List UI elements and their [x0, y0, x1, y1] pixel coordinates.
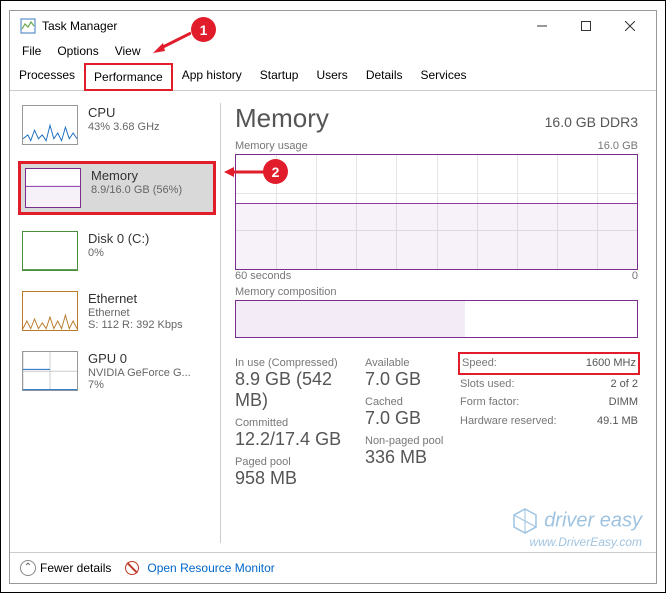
kv-speed: Speed: 1600 MHz [458, 352, 640, 375]
tab-performance[interactable]: Performance [84, 63, 173, 91]
usage-label: Memory usage [235, 140, 308, 152]
open-resource-monitor-link[interactable]: Open Resource Monitor [147, 561, 274, 575]
eth-sub1: Ethernet [88, 307, 183, 319]
nonpaged-value: 336 MB [365, 447, 460, 468]
eth-sub2: S: 112 R: 392 Kbps [88, 319, 183, 331]
tab-users[interactable]: Users [307, 62, 356, 90]
sidebar-item-memory[interactable]: Memory 8.9/16.0 GB (56%) [18, 161, 216, 215]
in-use-value: 8.9 GB (542 MB) [235, 369, 365, 411]
committed-label: Committed [235, 417, 365, 429]
tab-processes[interactable]: Processes [10, 62, 84, 90]
memory-usage-graph [235, 154, 638, 270]
window-title: Task Manager [42, 19, 520, 33]
usage-max: 16.0 GB [598, 140, 638, 152]
x-axis-left: 60 seconds [235, 270, 291, 282]
content-area: CPU 43% 3.68 GHz Memory 8.9/16.0 GB (56%… [10, 91, 656, 555]
available-label: Available [365, 357, 460, 369]
cached-value: 7.0 GB [365, 408, 460, 429]
gpu-sub2: 7% [88, 379, 191, 391]
x-axis-right: 0 [632, 270, 638, 282]
eth-thumb [22, 291, 78, 331]
sidebar-item-gpu[interactable]: GPU 0 NVIDIA GeForce G... 7% [18, 347, 216, 395]
left-panel: CPU 43% 3.68 GHz Memory 8.9/16.0 GB (56%… [10, 91, 220, 555]
menu-file[interactable]: File [14, 42, 49, 60]
kv-hw: Hardware reserved: 49.1 MB [460, 412, 638, 431]
memory-thumb [25, 168, 81, 208]
disk-sub: 0% [88, 247, 149, 259]
cached-label: Cached [365, 396, 460, 408]
stats-block: In use (Compressed) 8.9 GB (542 MB) Comm… [235, 354, 638, 495]
task-manager-window: Task Manager File Options View Processes… [9, 10, 657, 584]
detail-spec: 16.0 GB DDR3 [545, 114, 638, 130]
sidebar-item-ethernet[interactable]: Ethernet Ethernet S: 112 R: 392 Kbps [18, 287, 216, 335]
footer: ⌃ Fewer details Open Resource Monitor [10, 552, 656, 582]
tab-startup[interactable]: Startup [251, 62, 308, 90]
cpu-title: CPU [88, 105, 160, 120]
sidebar-item-cpu[interactable]: CPU 43% 3.68 GHz [18, 101, 216, 149]
tab-details[interactable]: Details [357, 62, 412, 90]
sidebar-item-disk[interactable]: Disk 0 (C:) 0% [18, 227, 216, 275]
paged-label: Paged pool [235, 456, 365, 468]
tab-services[interactable]: Services [412, 62, 476, 90]
paged-value: 958 MB [235, 468, 365, 489]
committed-value: 12.2/17.4 GB [235, 429, 365, 450]
nonpaged-label: Non-paged pool [365, 435, 460, 447]
memory-title: Memory [91, 168, 182, 183]
kv-form: Form factor: DIMM [460, 393, 638, 412]
resource-monitor-icon [125, 561, 139, 575]
cpu-sub: 43% 3.68 GHz [88, 121, 160, 133]
cpu-thumb [22, 105, 78, 145]
menu-view[interactable]: View [107, 42, 149, 60]
menubar: File Options View [10, 41, 656, 61]
eth-title: Ethernet [88, 291, 183, 306]
gpu-sub1: NVIDIA GeForce G... [88, 367, 191, 379]
available-value: 7.0 GB [365, 369, 460, 390]
tabstrip: Processes Performance App history Startu… [10, 62, 656, 91]
right-panel: Memory 16.0 GB DDR3 Memory usage 16.0 GB… [221, 91, 656, 555]
memory-sub: 8.9/16.0 GB (56%) [91, 184, 182, 196]
in-use-label: In use (Compressed) [235, 357, 365, 369]
fewer-details-link[interactable]: Fewer details [40, 561, 111, 575]
mc-label: Memory composition [235, 286, 638, 298]
gpu-title: GPU 0 [88, 351, 191, 366]
kv-slots: Slots used: 2 of 2 [460, 375, 638, 394]
close-button[interactable] [608, 12, 652, 40]
memory-composition-bar [235, 300, 638, 338]
minimize-button[interactable] [520, 12, 564, 40]
disk-thumb [22, 231, 78, 271]
app-icon [20, 18, 36, 34]
maximize-button[interactable] [564, 12, 608, 40]
titlebar: Task Manager [10, 11, 656, 41]
collapse-icon[interactable]: ⌃ [20, 560, 36, 576]
menu-options[interactable]: Options [49, 42, 106, 60]
gpu-thumb [22, 351, 78, 391]
disk-title: Disk 0 (C:) [88, 231, 149, 246]
detail-title: Memory [235, 103, 329, 134]
tab-app-history[interactable]: App history [173, 62, 251, 90]
